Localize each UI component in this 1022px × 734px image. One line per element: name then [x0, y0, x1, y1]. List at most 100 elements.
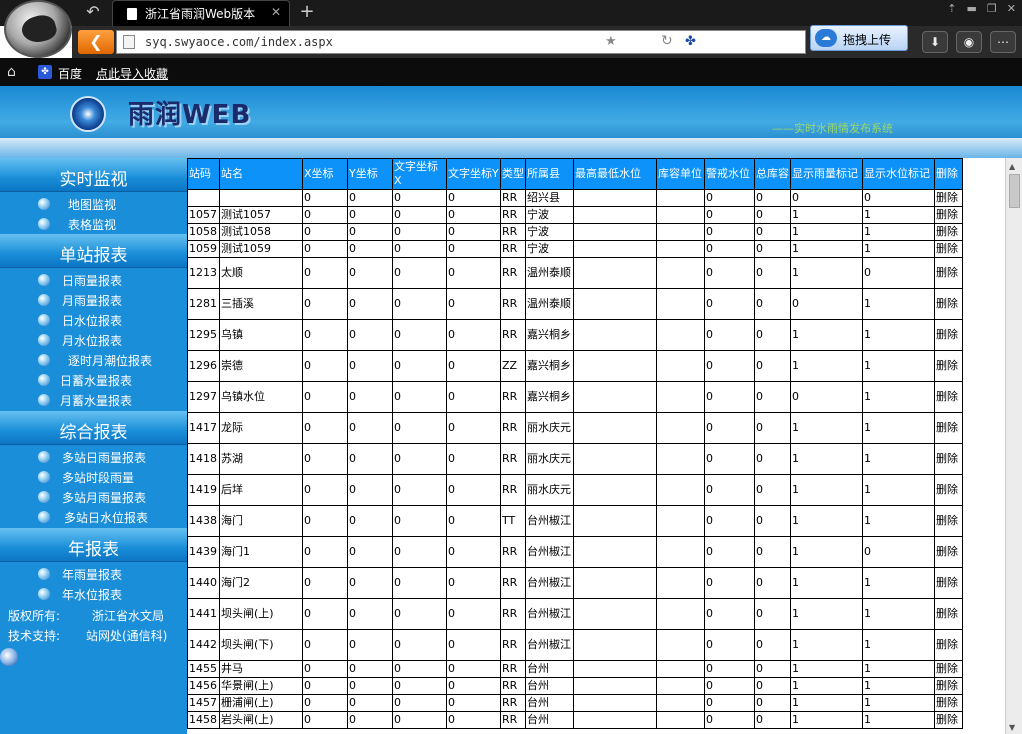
delete-link[interactable]: 删除: [934, 598, 963, 630]
sidebar-item-annual-water[interactable]: 年水位报表: [0, 584, 187, 604]
table-cell: 绍兴县: [525, 189, 574, 207]
scrollbar-thumb[interactable]: [1009, 174, 1020, 208]
table-cell: 0: [754, 567, 791, 599]
table-row: 1458 岩头闸(上) 0 0 0 0 RR 台州 0 0 1 1 删除: [187, 711, 963, 729]
table-cell: 0: [347, 189, 393, 207]
table-cell: [656, 189, 705, 207]
download-icon[interactable]: ⬇: [922, 31, 948, 53]
sidebar-item-multi-daily-water[interactable]: 多站日水位报表: [0, 507, 187, 527]
table-cell: RR: [500, 474, 526, 506]
delete-link[interactable]: 删除: [934, 189, 963, 207]
sidebar-item-monthly-water-level[interactable]: 月水位报表: [0, 330, 187, 350]
table-cell: 1419: [187, 474, 220, 506]
sidebar-item-daily-water-level[interactable]: 日水位报表: [0, 310, 187, 330]
delete-link[interactable]: 删除: [934, 536, 963, 568]
table-cell: RR: [500, 536, 526, 568]
menu-icon[interactable]: ⋯: [990, 31, 1016, 53]
tab-title: 浙江省雨润Web版本: [145, 7, 256, 21]
delete-link[interactable]: 删除: [934, 629, 963, 661]
table-cell: [573, 694, 657, 712]
table-cell: [656, 567, 705, 599]
table-cell: 0: [704, 677, 755, 695]
table-cell: 0: [302, 350, 348, 382]
table-cell: 0: [446, 598, 501, 630]
table-cell: [573, 381, 657, 413]
table-cell: 1: [790, 319, 863, 351]
delete-link[interactable]: 删除: [934, 350, 963, 382]
sidebar-item-multi-daily-rain[interactable]: 多站日雨量报表: [0, 447, 187, 467]
vertical-scrollbar[interactable]: ▲ ▼: [1005, 158, 1022, 734]
table-cell: RR: [500, 711, 526, 729]
section-realtime-header[interactable]: 实时监视: [0, 158, 187, 192]
table-cell: 0: [704, 711, 755, 729]
section-annual-header[interactable]: 年报表: [0, 528, 187, 562]
sidebar-item-multi-period-rain[interactable]: 多站时段雨量: [0, 467, 187, 487]
table-cell: 宁波: [525, 223, 574, 241]
star-icon[interactable]: ★: [605, 34, 617, 49]
delete-link[interactable]: 删除: [934, 288, 963, 320]
window-skin-icon[interactable]: ⇡: [947, 2, 956, 18]
url-input[interactable]: syq.swyaoce.com/index.aspx: [145, 35, 333, 49]
scroll-up-icon[interactable]: ▲: [1009, 162, 1015, 171]
sidebar-item-hourly-tide[interactable]: 逐时月潮位报表: [0, 350, 187, 370]
delete-link[interactable]: 删除: [934, 443, 963, 475]
table-cell: 0: [347, 474, 393, 506]
table-cell: 1: [862, 350, 935, 382]
table-cell: 1: [790, 206, 863, 224]
table-cell: [573, 206, 657, 224]
section-single-station-header[interactable]: 单站报表: [0, 234, 187, 268]
paw-icon[interactable]: ✤: [685, 34, 696, 49]
home-icon[interactable]: ⌂: [7, 64, 16, 80]
table-cell: 海门2: [219, 567, 303, 599]
delete-link[interactable]: 删除: [934, 474, 963, 506]
tab-close-icon[interactable]: ✕: [271, 5, 281, 19]
table-cell: 0: [754, 694, 791, 712]
window-close-icon[interactable]: ✕: [1007, 2, 1016, 18]
delete-link[interactable]: 删除: [934, 319, 963, 351]
bullet-icon: [38, 511, 50, 523]
sidebar-item-daily-rain[interactable]: 日雨量报表: [0, 270, 187, 290]
delete-link[interactable]: 删除: [934, 505, 963, 537]
delete-link[interactable]: 删除: [934, 677, 963, 695]
back-button[interactable]: ❮: [78, 30, 114, 54]
table-cell: [573, 536, 657, 568]
new-tab-button[interactable]: +: [296, 2, 318, 22]
delete-link[interactable]: 删除: [934, 694, 963, 712]
bookmark-baidu[interactable]: 百度: [58, 65, 82, 82]
delete-link[interactable]: 删除: [934, 206, 963, 224]
bookmark-import-link[interactable]: 点此导入收藏: [96, 65, 168, 82]
sidebar-item-monthly-rain[interactable]: 月雨量报表: [0, 290, 187, 310]
refresh-icon[interactable]: ↻: [661, 33, 673, 49]
browser-logo[interactable]: [4, 0, 72, 58]
delete-link[interactable]: 删除: [934, 660, 963, 678]
sidebar-item-multi-monthly-rain[interactable]: 多站月雨量报表: [0, 487, 187, 507]
gamepad-icon[interactable]: ◉: [956, 31, 982, 53]
sidebar-item-daily-storage[interactable]: 日蓄水量报表: [0, 370, 187, 390]
delete-link[interactable]: 删除: [934, 381, 963, 413]
address-bar[interactable]: syq.swyaoce.com/index.aspx ★ ↻ ✤ ⚲: [116, 30, 848, 54]
delete-link[interactable]: 删除: [934, 711, 963, 729]
table-cell: 1: [862, 206, 935, 224]
table-cell: 0: [392, 350, 447, 382]
scroll-down-icon[interactable]: ▼: [1009, 723, 1015, 732]
sidebar-item-table-monitor[interactable]: 表格监视: [0, 214, 187, 234]
window-restore-icon[interactable]: ❐: [987, 2, 997, 18]
sidebar-item-monthly-storage[interactable]: 月蓄水量报表: [0, 390, 187, 410]
section-combined-header[interactable]: 综合报表: [0, 411, 187, 445]
delete-link[interactable]: 删除: [934, 412, 963, 444]
upload-button[interactable]: ☁ 拖拽上传: [810, 25, 908, 51]
delete-link[interactable]: 删除: [934, 223, 963, 241]
table-cell: 0: [704, 567, 755, 599]
sidebar-item-map-monitor[interactable]: 地图监视: [0, 194, 187, 214]
table-cell: RR: [500, 443, 526, 475]
delete-link[interactable]: 删除: [934, 240, 963, 258]
history-back-icon[interactable]: ↶: [80, 2, 106, 22]
browser-tab[interactable]: 浙江省雨润Web版本 ✕: [112, 0, 290, 26]
delete-link[interactable]: 删除: [934, 567, 963, 599]
bullet-icon: [38, 198, 50, 210]
table-cell: RR: [500, 412, 526, 444]
window-minimize-icon[interactable]: ▬: [967, 2, 977, 18]
sidebar-item-annual-rain[interactable]: 年雨量报表: [0, 564, 187, 584]
site-logo-icon: [70, 96, 106, 132]
delete-link[interactable]: 删除: [934, 257, 963, 289]
